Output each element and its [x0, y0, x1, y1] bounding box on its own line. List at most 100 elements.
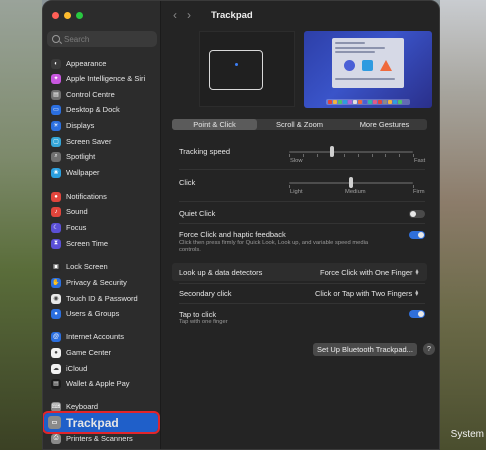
- sidebar-item-keyboard[interactable]: ⌨ Keyboard: [47, 399, 157, 414]
- spotlight-icon: ⌕: [51, 151, 61, 162]
- force-click-label: Force Click and haptic feedback: [179, 230, 286, 239]
- sidebar-item-label: Trackpad: [66, 415, 119, 430]
- sidebar-item-apple-intelligence-siri[interactable]: ✦ Apple Intelligence & Siri: [47, 71, 157, 86]
- preview-window-icon: [332, 38, 404, 88]
- trackpad-icon: [209, 50, 263, 90]
- sidebar-item-label: Printers & Scanners: [66, 434, 133, 443]
- sidebar-item-label: Screen Saver: [66, 137, 112, 146]
- privacy-security-icon: ✋: [51, 277, 61, 288]
- sidebar-item-trackpad[interactable]: ▭ Trackpad: [43, 411, 160, 434]
- sidebar-item-screen-time[interactable]: ⧗ Screen Time: [47, 236, 157, 251]
- close-button[interactable]: [52, 12, 59, 19]
- sidebar-item-privacy-security[interactable]: ✋ Privacy & Security: [47, 275, 157, 290]
- screen-time-icon: ⧗: [51, 238, 61, 249]
- forward-chevron-icon[interactable]: ›: [187, 9, 191, 21]
- wallpaper-icon: ❀: [51, 167, 61, 178]
- desktop-wallpaper-left: [0, 0, 42, 450]
- sidebar-item-label: iCloud: [66, 364, 88, 373]
- click-pressure-slider-knob[interactable]: [349, 177, 353, 188]
- sidebar-item-label: Control Centre: [66, 90, 115, 99]
- secondary-click-popup[interactable]: Click or Tap with Two Fingers ▴ ▾: [315, 288, 419, 299]
- slider-tick: [413, 154, 414, 157]
- sidebar-item-wallpaper[interactable]: ❀ Wallpaper: [47, 165, 157, 180]
- sidebar-item-users-groups[interactable]: ● Users & Groups: [47, 306, 157, 321]
- setup-bluetooth-trackpad-button[interactable]: Set Up Bluetooth Trackpad...: [313, 343, 417, 356]
- force-click-description: Click then press firmly for Quick Look, …: [179, 240, 369, 253]
- main-pane: ‹ › Trackpad Point & Click Scroll & Zoom…: [161, 1, 439, 449]
- slider-tick: [344, 154, 346, 157]
- slider-tick: [289, 154, 290, 157]
- sidebar-item-label: Notifications: [66, 192, 107, 201]
- sidebar-item-desktop-dock[interactable]: ▭ Desktop & Dock: [47, 102, 157, 117]
- search-field[interactable]: [47, 31, 157, 47]
- tab-scroll-zoom[interactable]: Scroll & Zoom: [257, 119, 342, 130]
- secondary-click-value: Click or Tap with Two Fingers: [315, 289, 413, 298]
- look-up-popup[interactable]: Force Click with One Finger ▴ ▾: [320, 267, 419, 278]
- tap-to-click-toggle[interactable]: [409, 310, 425, 318]
- slider-tick: [302, 154, 304, 157]
- sidebar-item-label: Lock Screen: [66, 262, 108, 271]
- divider: [179, 169, 425, 170]
- help-button[interactable]: ?: [423, 343, 435, 355]
- tab-point-click[interactable]: Point & Click: [172, 119, 257, 130]
- sidebar-item-icloud[interactable]: ☁ iCloud: [47, 361, 157, 376]
- sidebar-item-label: Touch ID & Password: [66, 294, 138, 303]
- desktop-wallpaper-right: [440, 0, 486, 450]
- slider-tick: [357, 154, 359, 157]
- quiet-click-toggle[interactable]: [409, 210, 425, 218]
- sidebar-item-game-center[interactable]: ● Game Center: [47, 345, 157, 360]
- sidebar-item-label: Spotlight: [66, 152, 96, 161]
- appearance-icon: ◐: [51, 58, 61, 69]
- gesture-preview-video: [304, 31, 432, 108]
- tab-more-gestures[interactable]: More Gestures: [342, 119, 427, 130]
- touch-point-icon: [235, 63, 238, 66]
- sidebar-item-label: Appearance: [66, 59, 107, 68]
- sidebar-item-wallet-apple-pay[interactable]: ▤ Wallet & Apple Pay: [47, 376, 157, 391]
- sidebar-item-label: Users & Groups: [66, 309, 120, 318]
- sound-icon: ♪: [51, 206, 61, 217]
- updown-chevron-icon: ▴ ▾: [415, 267, 419, 277]
- game-center-icon: ●: [51, 347, 61, 358]
- minimize-button[interactable]: [64, 12, 71, 19]
- sidebar-item-lock-screen[interactable]: ▣ Lock Screen: [47, 259, 157, 274]
- keyboard-icon: ⌨: [51, 401, 61, 412]
- slider-tick: [413, 185, 414, 188]
- search-input[interactable]: [64, 34, 154, 44]
- sidebar-item-control-centre[interactable]: ▤ Control Centre: [47, 87, 157, 102]
- sidebar-item-notifications[interactable]: ● Notifications: [47, 189, 157, 204]
- sidebar-item-internet-accounts[interactable]: @ Internet Accounts: [47, 329, 157, 344]
- divider: [179, 223, 425, 224]
- updown-chevron-icon: ▴ ▾: [415, 288, 419, 298]
- sidebar-item-screen-saver[interactable]: ▢ Screen Saver: [47, 134, 157, 149]
- window-controls: [52, 12, 83, 19]
- tap-to-click-description: Tap with one finger: [179, 319, 228, 325]
- click-medium-label: Medium: [345, 189, 366, 195]
- sidebar-item-touch-id-password[interactable]: ◉ Touch ID & Password: [47, 291, 157, 306]
- sidebar-item-focus[interactable]: ☾ Focus: [47, 220, 157, 235]
- sidebar-item-appearance[interactable]: ◐ Appearance: [47, 56, 157, 71]
- apple-intelligence-siri-icon: ✦: [51, 73, 61, 84]
- tracking-speed-min-label: Slow: [290, 158, 303, 164]
- users-groups-icon: ●: [51, 308, 61, 319]
- slider-tick: [316, 154, 318, 157]
- sidebar-item-spotlight[interactable]: ⌕ Spotlight: [47, 149, 157, 164]
- navigation-buttons: ‹ ›: [173, 9, 191, 21]
- printers-scanners-icon: ⎙: [51, 433, 61, 444]
- wallet-apple-pay-icon: ▤: [51, 378, 61, 389]
- lock-screen-icon: ▣: [51, 261, 61, 272]
- zoom-button[interactable]: [76, 12, 83, 19]
- tracking-speed-slider[interactable]: [289, 151, 413, 153]
- sidebar-item-displays[interactable]: ☀ Displays: [47, 118, 157, 133]
- divider: [179, 303, 425, 304]
- desktop-item-label[interactable]: System: [451, 429, 484, 440]
- sidebar-item-label: Desktop & Dock: [66, 105, 120, 114]
- sidebar-item-label: Focus: [66, 223, 87, 232]
- force-click-toggle[interactable]: [409, 231, 425, 239]
- tracking-speed-slider-knob[interactable]: [330, 146, 335, 157]
- secondary-click-label: Secondary click: [179, 289, 232, 298]
- focus-icon: ☾: [51, 222, 61, 233]
- sidebar-item-sound[interactable]: ♪ Sound: [47, 204, 157, 219]
- sidebar-item-printers-scanners[interactable]: ⎙ Printers & Scanners: [47, 431, 157, 446]
- back-chevron-icon[interactable]: ‹: [173, 9, 177, 21]
- sidebar-item-label: Privacy & Security: [66, 278, 127, 287]
